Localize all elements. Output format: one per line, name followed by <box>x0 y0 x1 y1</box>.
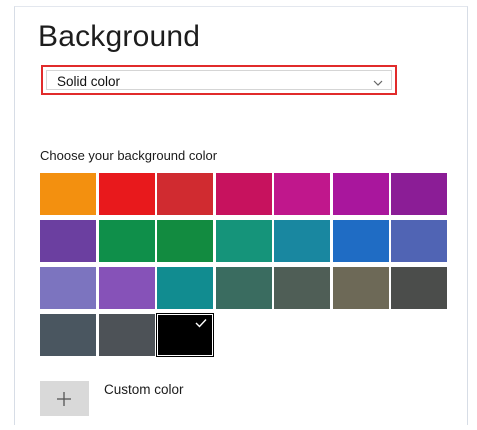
color-swatch[interactable] <box>40 314 96 356</box>
color-swatch[interactable] <box>157 173 213 215</box>
color-swatch[interactable] <box>156 313 214 357</box>
color-swatch[interactable] <box>274 267 330 309</box>
color-swatch[interactable] <box>98 314 155 356</box>
color-swatch[interactable] <box>391 220 447 262</box>
color-swatch[interactable] <box>274 173 330 215</box>
color-swatch[interactable] <box>40 220 96 262</box>
color-swatch[interactable] <box>215 220 272 262</box>
color-swatch[interactable] <box>98 220 155 262</box>
color-swatch[interactable] <box>98 267 155 309</box>
plus-icon <box>57 392 71 406</box>
background-type-dropdown[interactable]: Solid color <box>41 65 397 95</box>
color-swatch[interactable] <box>391 267 447 309</box>
chevron-down-icon <box>373 75 383 86</box>
dropdown-selected-value: Solid color <box>57 74 121 89</box>
custom-color-label[interactable]: Custom color <box>104 382 184 397</box>
add-custom-color-button[interactable] <box>40 381 89 416</box>
color-swatch[interactable] <box>332 173 389 215</box>
color-swatch[interactable] <box>40 173 96 215</box>
color-section-label: Choose your background color <box>40 148 218 163</box>
page-title: Background <box>38 20 201 53</box>
color-swatch[interactable] <box>157 220 213 262</box>
color-swatch[interactable] <box>98 173 155 215</box>
checkmark-icon <box>195 319 207 328</box>
color-swatch[interactable] <box>274 220 330 262</box>
color-swatch[interactable] <box>332 267 389 309</box>
color-swatch[interactable] <box>215 173 272 215</box>
color-swatch[interactable] <box>215 267 272 309</box>
color-swatch[interactable] <box>157 267 213 309</box>
color-swatch[interactable] <box>391 173 447 215</box>
color-swatch[interactable] <box>40 267 96 309</box>
color-swatch[interactable] <box>332 220 389 262</box>
